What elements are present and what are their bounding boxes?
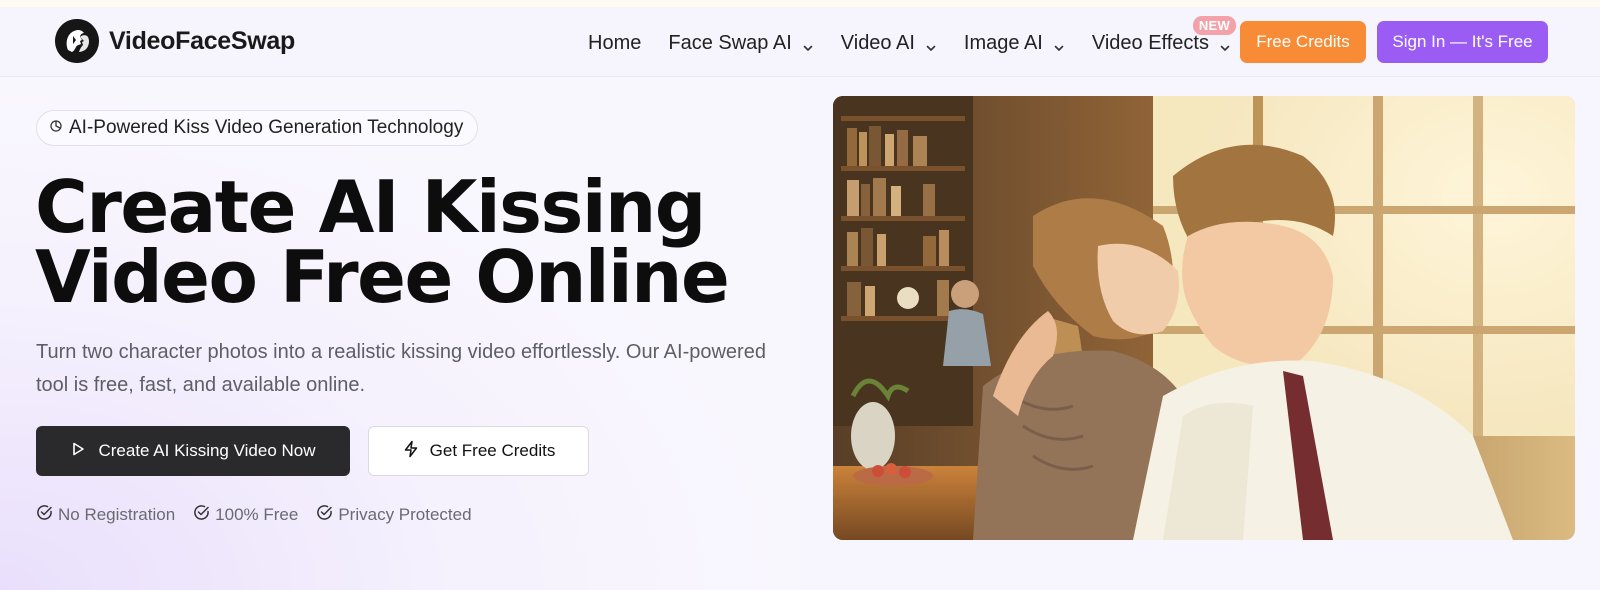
nav-item-label: Home [588,31,642,54]
hero-tag-label: AI-Powered Kiss Video Generation Technol… [69,117,464,138]
feature-no-registration: No Registration [36,504,175,526]
nav-item-image-ai[interactable]: Image AI [964,32,1065,55]
feature-label: No Registration [58,505,176,524]
hero-image [833,96,1575,540]
nav-item-label: Video Effects [1091,31,1209,54]
nav-item-video-ai[interactable]: Video AI [841,32,937,55]
get-free-credits-button[interactable]: Get Free Credits [368,426,589,476]
sparkle-icon [49,117,63,139]
feature-privacy: Privacy Protected [316,504,472,526]
feature-free: 100% Free [193,504,298,526]
brand-logo[interactable]: VideoFaceSwap [55,19,295,63]
nav-item-face-swap-ai[interactable]: Face Swap AI [668,32,813,55]
nav-item-video-effects[interactable]: Video Effects NEW [1091,15,1237,55]
nav-item-label: Image AI [963,31,1043,54]
hero-headline: Create AI Kissing Video Free Online [35,171,795,313]
hero-tag: AI-Powered Kiss Video Generation Technol… [36,110,479,146]
top-strip [0,0,1600,7]
get-free-credits-label: Get Free Credits [429,441,556,460]
create-video-button[interactable]: Create AI Kissing Video Now [36,426,350,476]
chevron-down-icon [802,37,814,51]
sign-in-button[interactable]: Sign In — It's Free [1377,21,1548,63]
feature-label: Privacy Protected [338,505,472,524]
nav-item-label: Face Swap AI [668,31,792,54]
nav-item-label: Video AI [840,31,915,54]
create-video-label: Create AI Kissing Video Now [98,441,316,460]
chevron-down-icon [1219,37,1231,51]
feature-label: 100% Free [215,505,299,524]
new-badge: NEW [1192,15,1237,35]
top-navigation: VideoFaceSwap Home Face Swap AI Video AI… [0,7,1600,77]
brand-name: VideoFaceSwap [109,26,295,55]
check-circle-icon [316,504,333,526]
headline-line-2: Video Free Online [35,235,730,319]
chevron-down-icon [925,37,937,51]
nav-item-home[interactable]: Home [588,32,641,55]
check-circle-icon [193,504,210,526]
play-icon [70,441,86,462]
hero-description: Turn two character photos into a realist… [36,341,766,396]
main-menu: Home Face Swap AI Video AI Image AI Vide… [588,15,1258,57]
check-circle-icon [36,504,53,526]
chevron-down-icon [1053,37,1065,51]
face-profile-logo-icon [55,19,99,63]
feature-list: No Registration 100% Free Privacy Protec… [36,504,472,526]
lightning-icon [402,440,420,463]
free-credits-button[interactable]: Free Credits [1240,21,1366,63]
